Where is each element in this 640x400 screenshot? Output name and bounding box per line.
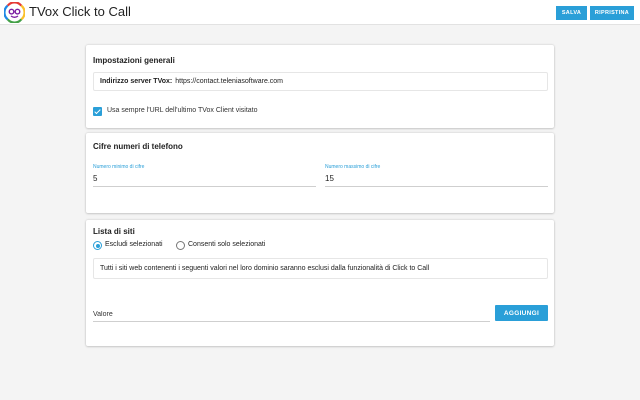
- max-digits-input[interactable]: 15: [325, 174, 334, 183]
- phone-digits-title: Cifre numeri di telefono: [93, 142, 183, 151]
- use-last-url-checkbox[interactable]: [93, 107, 102, 116]
- server-address-value: https://contact.teleniasoftware.com: [175, 78, 284, 85]
- min-digits-underline: [93, 186, 316, 187]
- sites-info-text: Tutti i siti web contenenti i seguenti v…: [100, 265, 430, 272]
- site-value-underline: [93, 321, 490, 322]
- sites-info-box: Tutti i siti web contenenti i seguenti v…: [93, 258, 548, 279]
- exclude-selected-radio[interactable]: [93, 241, 102, 250]
- general-settings-card: Impostazioni generali Indirizzo server T…: [86, 45, 554, 128]
- exclude-selected-label: Escludi selezionati: [105, 241, 163, 248]
- add-site-button[interactable]: AGGIUNGI: [495, 305, 548, 321]
- sites-list-title: Lista di siti: [93, 227, 135, 236]
- phone-digits-card: Cifre numeri di telefono Numero minimo d…: [86, 133, 554, 213]
- reset-button[interactable]: RIPRISTINA: [590, 6, 634, 20]
- save-button[interactable]: SALVA: [556, 6, 587, 20]
- server-address-label: Indirizzo server TVox:: [100, 78, 173, 85]
- max-digits-label: Numero massimo di cifre: [325, 164, 381, 170]
- general-settings-title: Impostazioni generali: [93, 56, 175, 65]
- app-header: TVox Click to Call SALVA RIPRISTINA: [0, 0, 640, 25]
- max-digits-underline: [325, 186, 548, 187]
- min-digits-label: Numero minimo di cifre: [93, 164, 145, 170]
- app-title: TVox Click to Call: [29, 4, 131, 19]
- min-digits-input[interactable]: 5: [93, 174, 97, 183]
- server-address-field[interactable]: Indirizzo server TVox: https://contact.t…: [93, 72, 548, 91]
- tvox-logo-icon: [4, 2, 25, 23]
- sites-list-card: Lista di siti Escludi selezionati Consen…: [86, 220, 554, 346]
- use-last-url-label: Usa sempre l'URL dell'ultimo TVox Client…: [107, 107, 258, 114]
- allow-selected-label: Consenti solo selezionati: [188, 241, 266, 248]
- allow-selected-radio[interactable]: [176, 241, 185, 250]
- site-value-input[interactable]: [93, 308, 490, 321]
